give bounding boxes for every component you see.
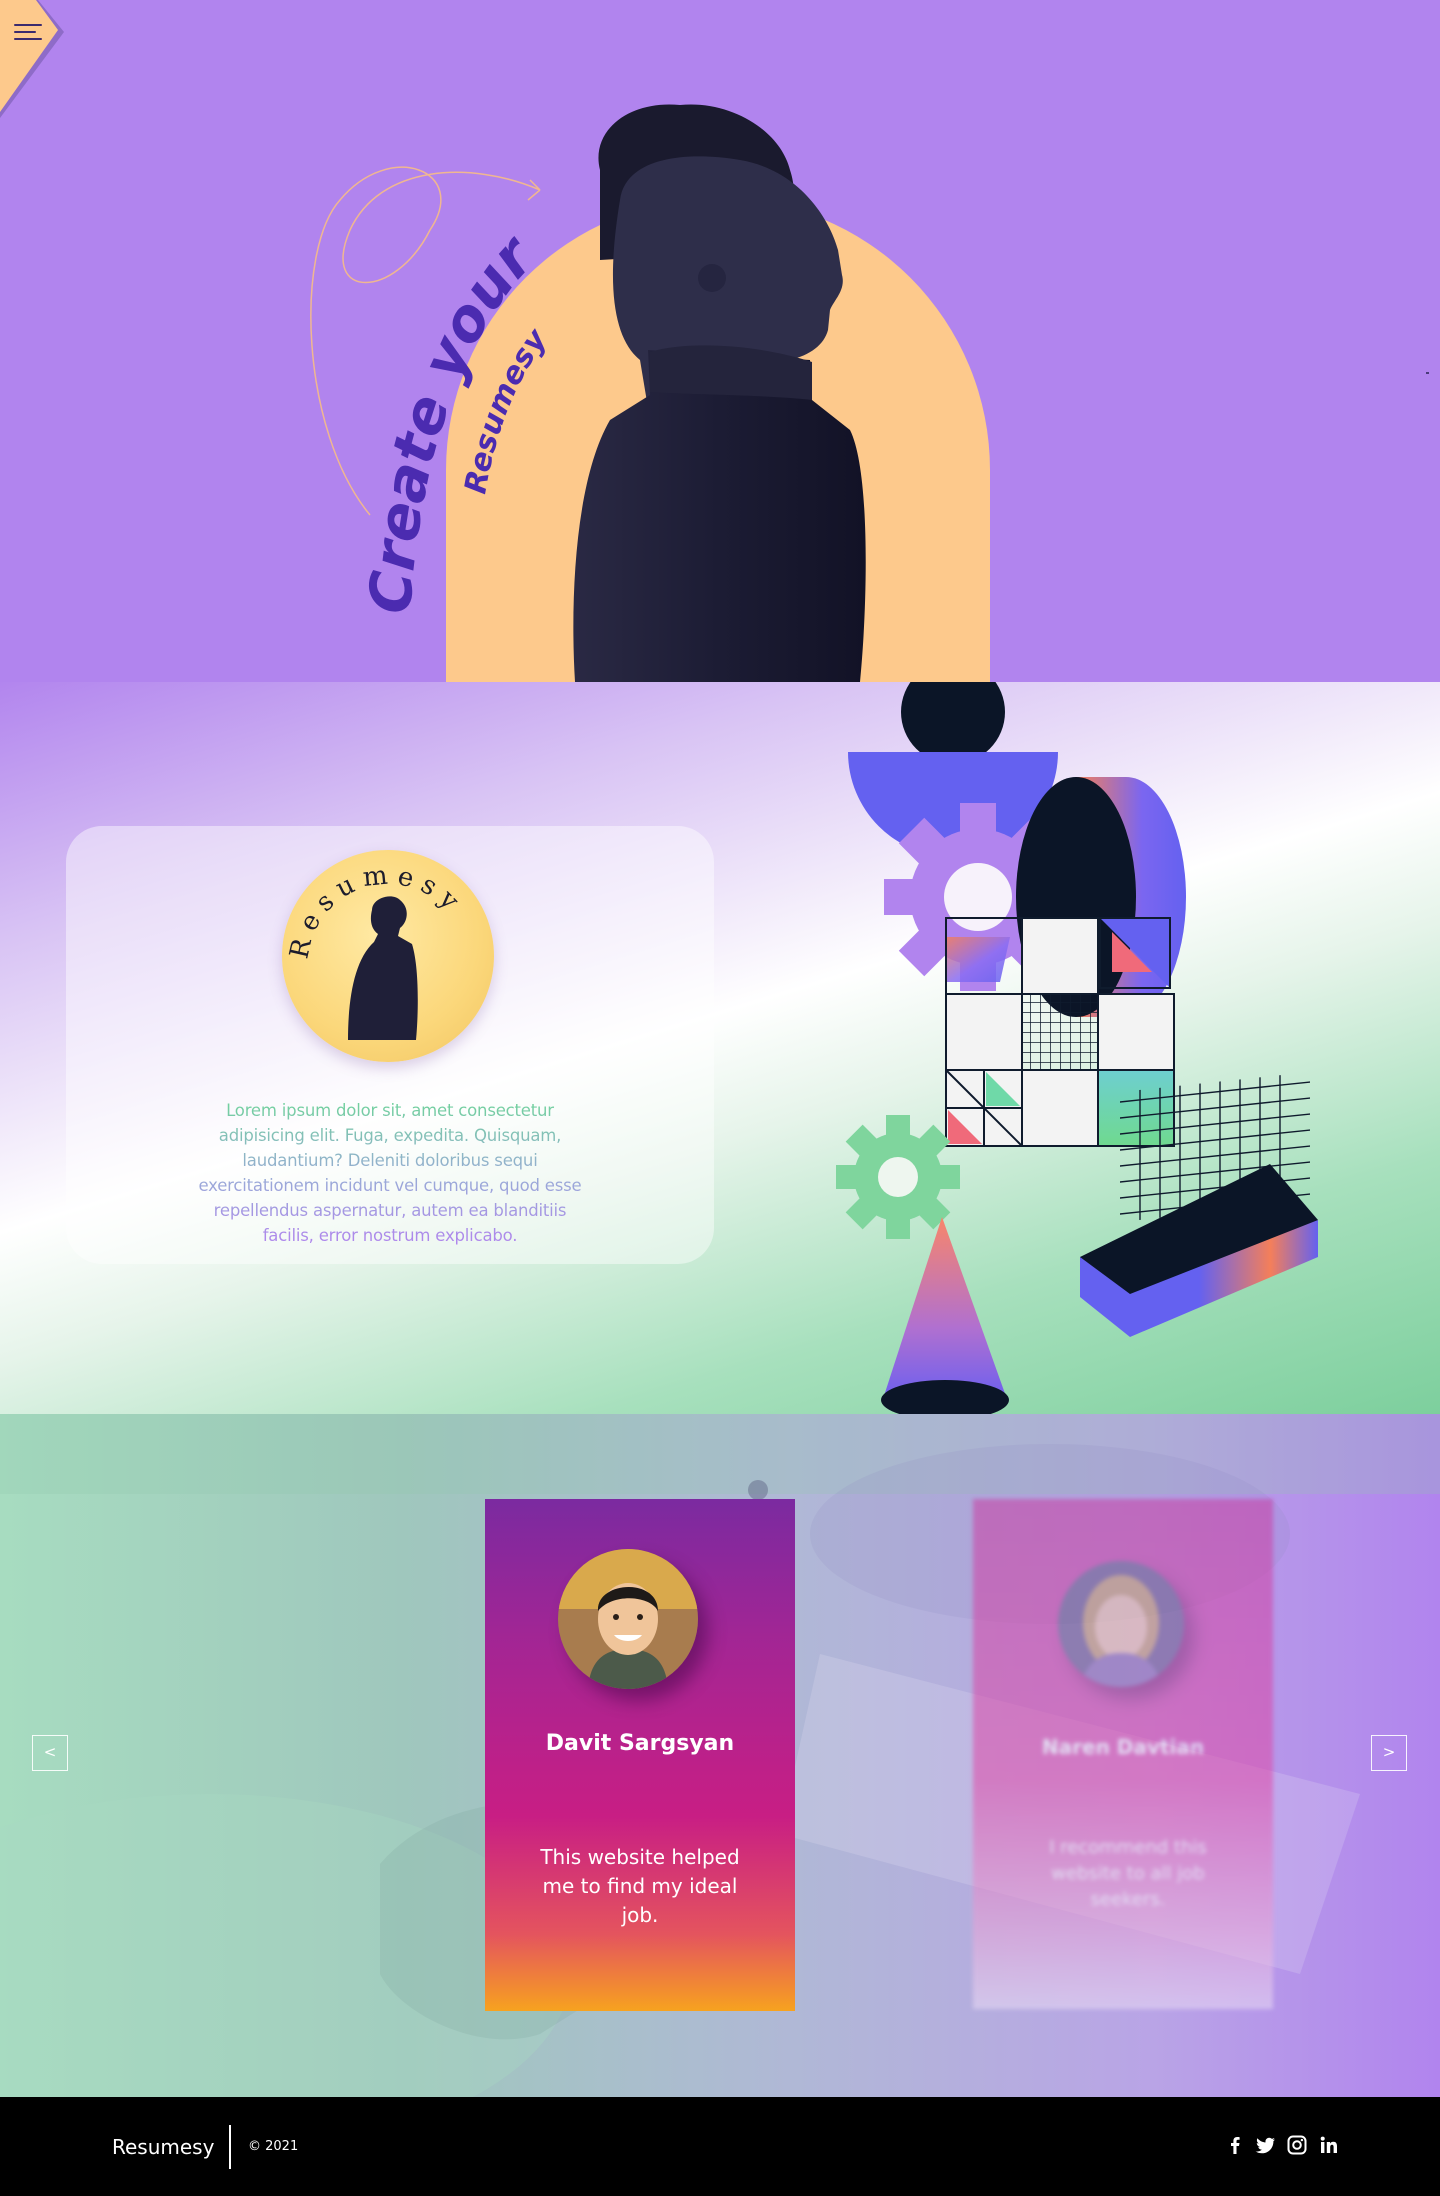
logo-badge-art: Resumesy: [284, 860, 462, 1040]
avatar: [558, 1549, 698, 1689]
footer-brand[interactable]: Resumesy: [112, 2135, 214, 2159]
geometric-illustration: [836, 682, 1318, 1414]
testimonials-section: < > Davit Sargsyan This website helped m…: [0, 1414, 1440, 2097]
testimonial-card-active: Davit Sargsyan This website helped me to…: [485, 1499, 795, 2011]
twitter-icon[interactable]: [1253, 2133, 1277, 2157]
footer-copyright: © 2021: [248, 2139, 299, 2154]
testimonial-quote: I recommend this website to all job seek…: [1049, 1837, 1207, 1910]
about-section: Resumesy Lorem ipsum dolor sit, amet con…: [0, 682, 1440, 1414]
hamburger-menu-icon[interactable]: [14, 24, 42, 46]
hero-section: Create your own Resumesy: [0, 0, 1440, 682]
shape-ball: [901, 682, 1005, 764]
menu-corner: [0, 0, 64, 118]
instagram-icon[interactable]: [1285, 2133, 1309, 2157]
testimonial-card-next[interactable]: Naren Davtian I recommend this website t…: [973, 1499, 1273, 2009]
testimonial-quote: This website helped me to find my ideal …: [540, 1845, 740, 1927]
avatar-image: [558, 1549, 698, 1689]
carousel-next-button[interactable]: >: [1371, 1735, 1407, 1771]
testimonial-name: Davit Sargsyan: [545, 1731, 735, 1756]
about-card: Resumesy Lorem ipsum dolor sit, amet con…: [66, 826, 714, 1264]
avatar-image: [1058, 1561, 1184, 1687]
hero-dot: [1426, 372, 1429, 374]
about-description: Lorem ipsum dolor sit, amet consectetur …: [196, 1098, 584, 1248]
footer-divider: [229, 2125, 231, 2169]
logo-badge: Resumesy: [282, 850, 494, 1062]
linkedin-icon[interactable]: [1317, 2133, 1341, 2157]
testimonial-name: Naren Davtian: [1041, 1735, 1205, 1759]
shape-gear-gradient: [945, 937, 1010, 982]
footer: Resumesy © 2021: [0, 2097, 1440, 2196]
facebook-icon[interactable]: [1223, 2133, 1247, 2157]
carousel-prev-button[interactable]: <: [32, 1735, 68, 1771]
badge-person: [348, 896, 418, 1040]
shape-cone: [881, 1217, 1009, 1414]
avatar: [1058, 1561, 1184, 1687]
hero-illustration: Create your own Resumesy: [0, 0, 990, 682]
